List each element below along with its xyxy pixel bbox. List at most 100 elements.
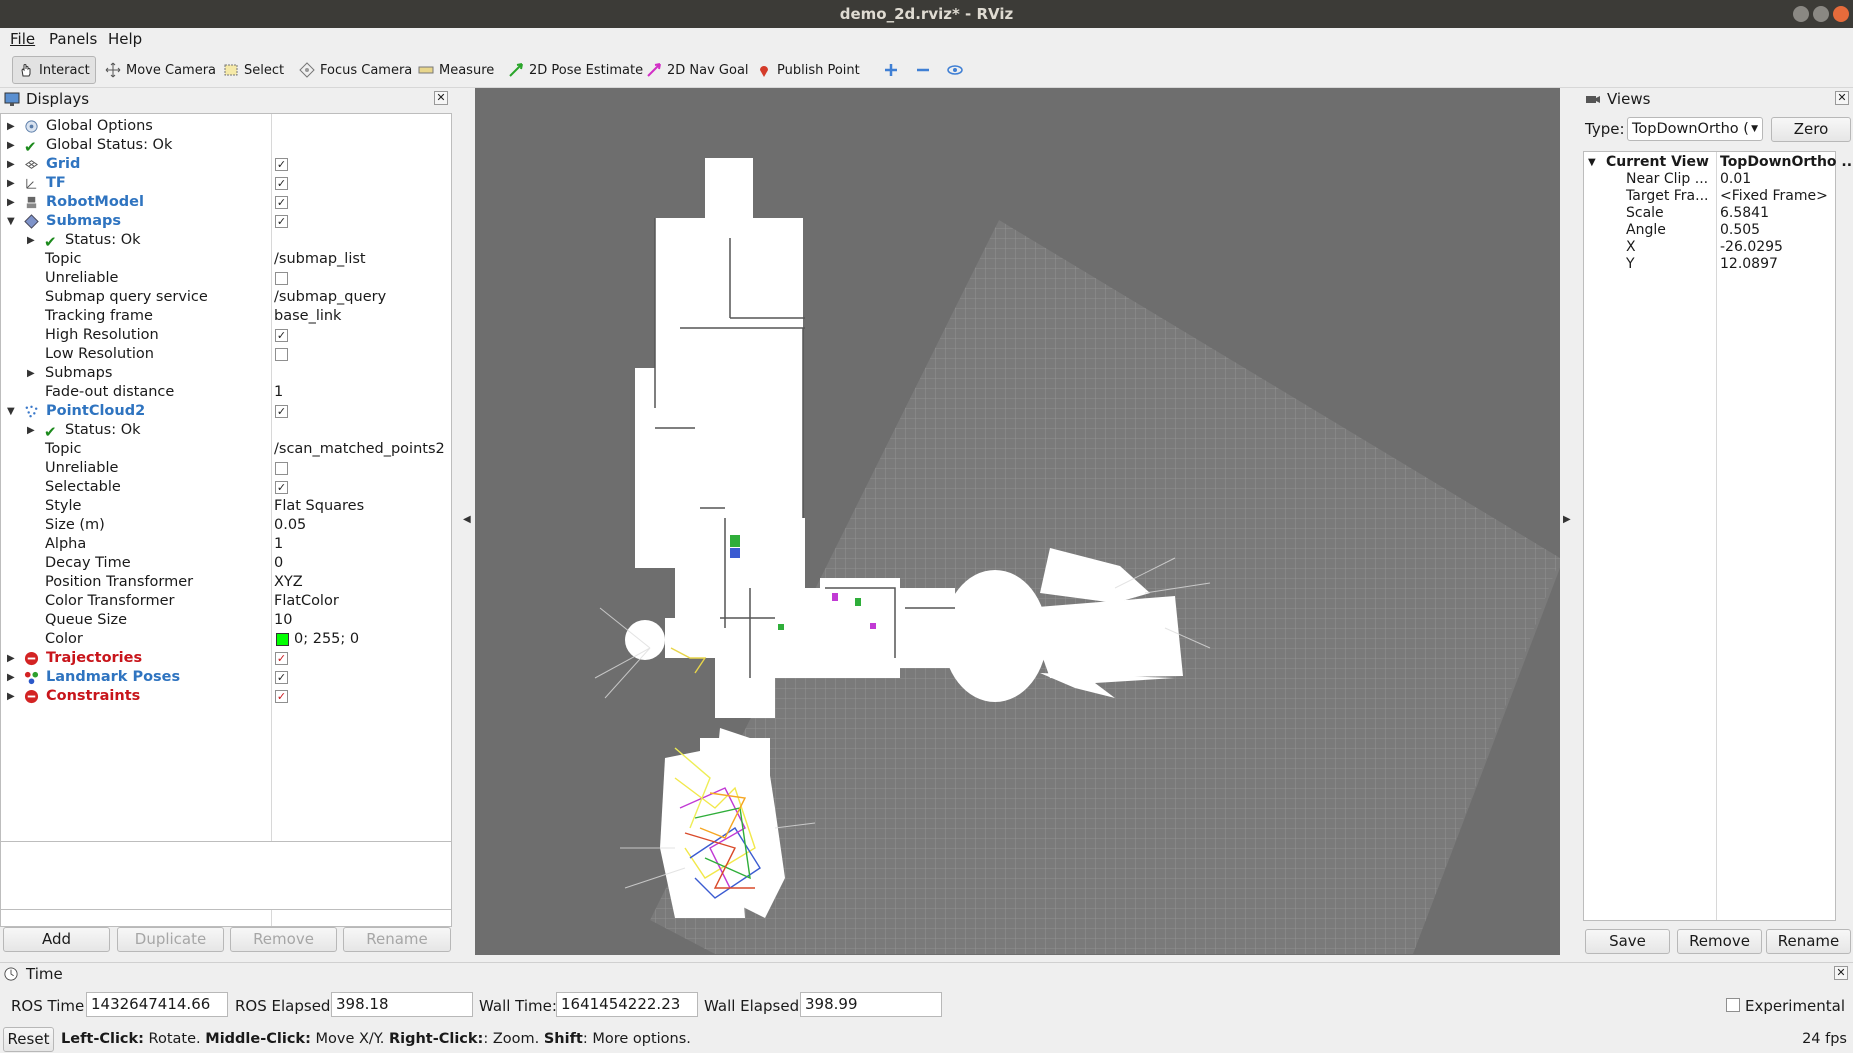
remove-tool-button[interactable] xyxy=(910,56,941,84)
row-value[interactable]: /submap_list xyxy=(274,250,366,269)
submaps-enabled-checkbox[interactable]: ✓ xyxy=(275,215,288,228)
expand-arrow-icon[interactable]: ▶ xyxy=(7,687,17,706)
rename-view-button[interactable]: Rename xyxy=(1766,929,1851,954)
row-value[interactable]: 10 xyxy=(274,611,292,630)
tree-row-tf[interactable]: ▶ TF ✓ xyxy=(1,174,451,193)
tree-row-position-transformer[interactable]: Position Transformer XYZ xyxy=(1,573,451,592)
expand-arrow-icon[interactable]: ▶ xyxy=(7,174,17,193)
reset-button[interactable]: Reset xyxy=(3,1027,54,1052)
collapse-arrow-icon[interactable]: ▼ xyxy=(7,212,17,231)
close-button[interactable] xyxy=(1833,6,1849,22)
row-value[interactable]: /submap_query xyxy=(274,288,386,307)
expand-arrow-icon[interactable]: ▶ xyxy=(7,155,17,174)
maximize-button[interactable] xyxy=(1813,6,1829,22)
remove-display-button[interactable]: Remove xyxy=(230,927,337,952)
constraints-enabled-checkbox[interactable]: ✓ xyxy=(275,690,288,703)
tree-row-queue-size[interactable]: Queue Size 10 xyxy=(1,611,451,630)
render-viewport[interactable] xyxy=(475,88,1560,955)
view-prop-row[interactable]: Near Clip ... 0.01 xyxy=(1584,171,1836,188)
focus-camera-tool[interactable]: Focus Camera xyxy=(294,56,417,84)
prop-value[interactable]: <Fixed Frame> xyxy=(1720,188,1828,205)
displays-close-button[interactable]: ✕ xyxy=(434,91,448,105)
row-value[interactable]: 1 xyxy=(274,383,283,402)
tree-row-global-status[interactable]: ▶ ✔ Global Status: Ok xyxy=(1,136,451,156)
tree-row-submap-query[interactable]: Submap query service /submap_query xyxy=(1,288,451,307)
expand-arrow-icon[interactable]: ▶ xyxy=(27,364,37,383)
add-display-button[interactable]: Add xyxy=(3,927,110,952)
tree-row-landmark-poses[interactable]: ▶ Landmark Poses ✓ xyxy=(1,668,451,687)
pointcloud2-enabled-checkbox[interactable]: ✓ xyxy=(275,405,288,418)
tree-row-pointcloud-topic[interactable]: Topic /scan_matched_points2 xyxy=(1,440,451,459)
tree-row-fade-out[interactable]: Fade-out distance 1 xyxy=(1,383,451,402)
selectable-checkbox[interactable]: ✓ xyxy=(275,481,288,494)
tree-row-robot-model[interactable]: ▶ RobotModel ✓ xyxy=(1,193,451,212)
wall-time-field[interactable]: 1641454222.23 xyxy=(556,992,698,1017)
row-value[interactable]: FlatColor xyxy=(274,592,339,611)
tree-row-pointcloud-status[interactable]: ▶ ✔ Status: Ok xyxy=(1,421,451,441)
expand-arrow-icon[interactable]: ▶ xyxy=(7,668,17,687)
tree-row-pointcloud-unreliable[interactable]: Unreliable xyxy=(1,459,451,478)
tf-enabled-checkbox[interactable]: ✓ xyxy=(275,177,288,190)
grid-enabled-checkbox[interactable]: ✓ xyxy=(275,158,288,171)
wall-elapsed-field[interactable]: 398.99 xyxy=(800,992,942,1017)
trajectories-enabled-checkbox[interactable]: ✓ xyxy=(275,652,288,665)
collapse-right-arrow-icon[interactable]: ▶ xyxy=(1563,514,1571,525)
minimize-button[interactable] xyxy=(1793,6,1809,22)
tree-row-global-options[interactable]: ▶ Global Options xyxy=(1,117,451,136)
interact-tool[interactable]: Interact xyxy=(12,56,96,84)
collapse-arrow-icon[interactable]: ▼ xyxy=(1588,154,1596,171)
row-value[interactable]: base_link xyxy=(274,307,341,326)
menu-panels[interactable]: Panels xyxy=(49,30,97,48)
unreliable-checkbox[interactable] xyxy=(275,462,288,475)
tree-row-color-transformer[interactable]: Color Transformer FlatColor xyxy=(1,592,451,611)
tree-row-submaps-topic[interactable]: Topic /submap_list xyxy=(1,250,451,269)
view-prop-row[interactable]: Angle 0.505 xyxy=(1584,222,1836,239)
expand-arrow-icon[interactable]: ▶ xyxy=(7,193,17,212)
collapse-arrow-icon[interactable]: ▼ xyxy=(7,402,17,421)
row-value[interactable]: XYZ xyxy=(274,573,303,592)
tree-row-submaps[interactable]: ▼ Submaps ✓ xyxy=(1,212,451,231)
tree-row-high-resolution[interactable]: High Resolution ✓ xyxy=(1,326,451,345)
tree-row-color[interactable]: Color 0; 255; 0 xyxy=(1,630,451,649)
prop-value[interactable]: 0.01 xyxy=(1720,171,1751,188)
time-close-button[interactable]: ✕ xyxy=(1834,966,1848,980)
save-view-button[interactable]: Save xyxy=(1585,929,1670,954)
low-resolution-checkbox[interactable] xyxy=(275,348,288,361)
ros-elapsed-field[interactable]: 398.18 xyxy=(331,992,473,1017)
pose-estimate-tool[interactable]: 2D Pose Estimate xyxy=(503,56,648,84)
zero-button[interactable]: Zero xyxy=(1771,117,1851,142)
nav-goal-tool[interactable]: 2D Nav Goal xyxy=(641,56,754,84)
prop-value[interactable]: -26.0295 xyxy=(1720,239,1783,256)
tree-row-selectable[interactable]: Selectable ✓ xyxy=(1,478,451,497)
measure-tool[interactable]: Measure xyxy=(413,56,499,84)
tree-row-low-resolution[interactable]: Low Resolution xyxy=(1,345,451,364)
menu-file[interactable]: File xyxy=(10,30,35,48)
color-swatch[interactable] xyxy=(276,633,289,646)
experimental-checkbox[interactable] xyxy=(1726,998,1740,1012)
expand-arrow-icon[interactable]: ▶ xyxy=(27,421,37,440)
view-prop-row[interactable]: Scale 6.5841 xyxy=(1584,205,1836,222)
displays-tree[interactable]: ▶ Global Options ▶ ✔ Global Status: Ok ▶… xyxy=(0,113,452,927)
rename-display-button[interactable]: Rename xyxy=(343,927,451,952)
views-tree[interactable]: ▼ Current View TopDownOrtho ... Near Cli… xyxy=(1583,151,1853,921)
expand-arrow-icon[interactable]: ▶ xyxy=(7,136,17,155)
tree-row-decay-time[interactable]: Decay Time 0 xyxy=(1,554,451,573)
prop-value[interactable]: 12.0897 xyxy=(1720,256,1778,273)
ros-time-field[interactable]: 1432647414.66 xyxy=(86,992,228,1017)
row-value[interactable]: 0.05 xyxy=(274,516,306,535)
expand-arrow-icon[interactable]: ▶ xyxy=(7,649,17,668)
views-close-button[interactable]: ✕ xyxy=(1835,91,1849,105)
expand-arrow-icon[interactable]: ▶ xyxy=(27,231,37,250)
tree-row-alpha[interactable]: Alpha 1 xyxy=(1,535,451,554)
high-resolution-checkbox[interactable]: ✓ xyxy=(275,329,288,342)
tree-row-tracking-frame[interactable]: Tracking frame base_link xyxy=(1,307,451,326)
add-tool-button[interactable] xyxy=(878,56,909,84)
landmark-poses-enabled-checkbox[interactable]: ✓ xyxy=(275,671,288,684)
tree-row-pointcloud2[interactable]: ▼ PointCloud2 ✓ xyxy=(1,402,451,421)
collapse-left-arrow-icon[interactable]: ◀ xyxy=(463,514,471,525)
view-prop-row[interactable]: Y 12.0897 xyxy=(1584,256,1836,273)
move-camera-tool[interactable]: Move Camera xyxy=(100,56,221,84)
tree-row-submaps-list[interactable]: ▶ Submaps xyxy=(1,364,451,383)
view-options-button[interactable] xyxy=(942,56,973,84)
row-value[interactable]: /scan_matched_points2 xyxy=(274,440,445,459)
